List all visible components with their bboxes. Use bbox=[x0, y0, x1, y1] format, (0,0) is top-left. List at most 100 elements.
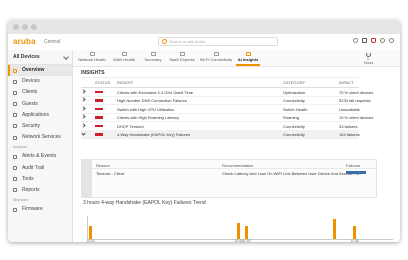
insight-name: 4-Way Handshake (EAPOL Key) Failures bbox=[117, 132, 191, 137]
main-content: Network Health WAN Health Summary SaaS E… bbox=[73, 50, 400, 242]
chart-bar[interactable] bbox=[353, 225, 356, 239]
insight-impact: 154 failures bbox=[339, 132, 360, 137]
chevron-right-icon[interactable] bbox=[81, 88, 86, 94]
alerts-icon bbox=[13, 154, 17, 159]
detail-recommendation: Check Latency And Loss On WIFI Link Betw… bbox=[222, 171, 363, 176]
chart-bar[interactable] bbox=[237, 222, 240, 239]
sidebar-item-clients[interactable]: Clients bbox=[8, 87, 72, 98]
insights-table: STATUS INSIGHT CATEGORY IMPACT Clients w… bbox=[81, 77, 373, 139]
insight-impact: 5233 fail requests bbox=[339, 98, 371, 103]
sidebar-item-firmware[interactable]: Firmware bbox=[8, 204, 72, 215]
tab-label: Summary bbox=[144, 57, 162, 62]
insight-impact: 19 % client devices bbox=[339, 115, 374, 120]
chevron-down-icon bbox=[63, 54, 69, 60]
notifications-icon[interactable] bbox=[371, 38, 376, 43]
window-maximize-button[interactable] bbox=[31, 24, 37, 30]
sidebar-item-security[interactable]: Security bbox=[8, 121, 72, 132]
table-row[interactable]: High Number DNS Connection Failures Conne… bbox=[81, 97, 371, 105]
severity-indicator bbox=[95, 124, 103, 127]
insight-detail-panel: Reason Recommendation Failures Timeout -… bbox=[81, 159, 377, 198]
tab-label: WAN Health bbox=[113, 57, 135, 62]
time-range-button[interactable]: 1 Hours bbox=[364, 52, 374, 65]
table-row-selected[interactable]: 4-Way Handshake (EAPOL Key) Failures Conn… bbox=[81, 130, 360, 139]
window-close-button[interactable] bbox=[13, 24, 19, 30]
window-titlebar bbox=[8, 20, 400, 35]
sidebar-item-tools[interactable]: Tools bbox=[8, 174, 72, 185]
column-header-category[interactable]: CATEGORY bbox=[283, 80, 305, 85]
network-services-icon bbox=[13, 135, 17, 140]
tab-wifi-connectivity[interactable]: Wi-Fi Connectivity bbox=[199, 50, 233, 66]
sidebar-item-reports[interactable]: Reports bbox=[8, 185, 72, 196]
table-row[interactable]: DHCP Timeout Connectivity 33 failures bbox=[81, 122, 359, 131]
table-row[interactable]: Clients with High Roaming Latency Roaming… bbox=[81, 114, 373, 122]
sidebar-item-applications[interactable]: Applications bbox=[8, 110, 72, 121]
search-input[interactable]: Search or ask Aruba bbox=[158, 37, 278, 46]
reports-icon bbox=[13, 188, 17, 193]
sidebar-item-label: Alerts & Events bbox=[22, 153, 57, 160]
sidebar-item-label: Clients bbox=[22, 89, 38, 96]
severity-indicator bbox=[95, 116, 103, 119]
table-header: STATUS INSIGHT CATEGORY IMPACT bbox=[81, 77, 359, 88]
chart-title: 3 hours 4-way Handshake (EAPOL Key) Fail… bbox=[83, 200, 206, 206]
sidebar-item-network-services[interactable]: Network Services bbox=[8, 132, 72, 143]
wan-health-icon bbox=[121, 52, 127, 56]
insight-impact: 33 failures bbox=[339, 123, 358, 129]
table-row[interactable]: Clients with Excessive 2.4 GHz Dwell Tim… bbox=[81, 88, 373, 97]
lock-icon[interactable] bbox=[362, 38, 367, 43]
search-icon bbox=[162, 39, 167, 44]
time-range-label: 1 Hours bbox=[364, 57, 374, 65]
brand-logo[interactable]: aruba bbox=[13, 37, 36, 46]
sidebar-item-label: Overview bbox=[22, 67, 45, 73]
tab-label: AI Insights bbox=[237, 57, 259, 62]
column-header-status[interactable]: STATUS bbox=[95, 80, 110, 85]
insights-title: INSIGHTS bbox=[81, 70, 105, 76]
sidebar-item-label: Firmware bbox=[22, 206, 43, 213]
help-icon[interactable] bbox=[380, 38, 385, 43]
chart-bar[interactable] bbox=[89, 225, 92, 239]
chevron-right-icon[interactable] bbox=[81, 114, 86, 119]
severity-indicator bbox=[95, 133, 103, 136]
tab-ai-insights[interactable]: AI Insights bbox=[236, 50, 260, 66]
guests-icon bbox=[13, 102, 17, 107]
security-icon bbox=[13, 124, 17, 129]
sidebar-section-analyze: Analyze bbox=[13, 144, 28, 150]
insight-category: Connectivity bbox=[283, 98, 305, 103]
failures-trend-chart: 3 hours 4-way Handshake (EAPOL Key) Fail… bbox=[81, 200, 400, 242]
x-tick-label: 11:55 bbox=[350, 239, 359, 242]
chevron-right-icon[interactable] bbox=[81, 122, 86, 128]
sidebar-item-overview[interactable]: Overview bbox=[8, 65, 72, 77]
chevron-right-icon[interactable] bbox=[81, 105, 86, 111]
chevron-right-icon[interactable] bbox=[81, 97, 86, 102]
tab-summary[interactable]: Summary bbox=[141, 50, 165, 66]
tab-network-health[interactable]: Network Health bbox=[77, 50, 107, 66]
tools-icon bbox=[13, 177, 17, 182]
wifi-icon bbox=[213, 52, 219, 56]
sidebar-item-devices[interactable]: Devices bbox=[8, 76, 72, 87]
group-selector[interactable]: All Devices bbox=[8, 50, 72, 65]
account-icon[interactable] bbox=[389, 38, 394, 43]
sidebar-item-alerts-events[interactable]: Alerts & Events bbox=[8, 151, 72, 162]
chart-bar[interactable] bbox=[245, 225, 248, 239]
tab-label: Network Health bbox=[78, 57, 106, 62]
sidebar-item-label: Tools bbox=[22, 175, 34, 182]
clients-icon bbox=[13, 90, 17, 95]
sidebar-item-label: Audit Trail bbox=[22, 164, 45, 171]
tab-wan-health[interactable]: WAN Health bbox=[111, 50, 137, 66]
chart-bar[interactable] bbox=[333, 219, 336, 239]
window-minimize-button[interactable] bbox=[22, 24, 28, 30]
tab-saas-express[interactable]: SaaS Express bbox=[168, 50, 196, 66]
column-header-impact[interactable]: IMPACT bbox=[339, 80, 354, 85]
overview-icon bbox=[13, 68, 17, 73]
insight-category: Connectivity bbox=[283, 132, 305, 137]
insight-category: Switch Health bbox=[283, 106, 308, 112]
column-header-insight[interactable]: INSIGHT bbox=[117, 80, 133, 85]
sidebar-item-audit-trail[interactable]: Audit Trail bbox=[8, 163, 72, 174]
insight-category: Roaming bbox=[283, 115, 300, 120]
table-row[interactable]: Switch with High CPU Utilization Switch H… bbox=[81, 105, 360, 114]
search-placeholder: Search or ask Aruba bbox=[169, 39, 206, 44]
insight-category: Optimization bbox=[283, 89, 306, 95]
sidebar-item-label: Applications bbox=[22, 111, 49, 118]
sidebar-item-guests[interactable]: Guests bbox=[8, 99, 72, 110]
chevron-down-icon[interactable] bbox=[81, 130, 86, 136]
group-settings-icon[interactable] bbox=[353, 38, 358, 43]
